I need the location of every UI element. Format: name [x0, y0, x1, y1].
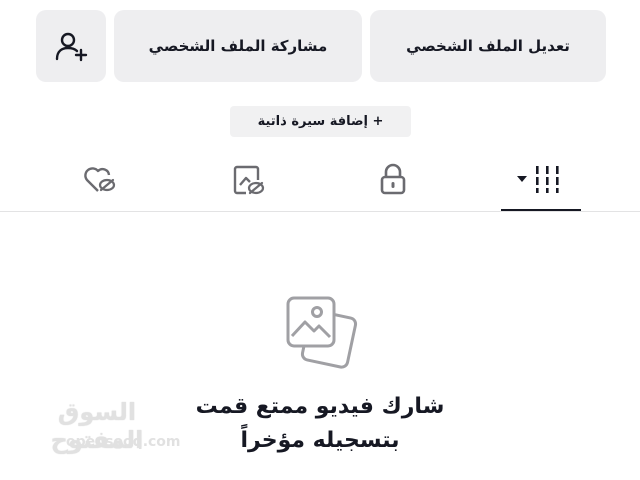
watermark-arabic-text: السوق المفتوح [50, 398, 144, 454]
grid-columns-icon [517, 166, 559, 193]
add-bio-button[interactable]: + إضافة سيرة ذاتية [230, 106, 411, 137]
share-profile-label: مشاركة الملف الشخصي [148, 37, 328, 55]
tab-liked[interactable] [60, 155, 140, 211]
lock-icon [380, 163, 406, 195]
add-user-icon [55, 32, 88, 62]
share-profile-button[interactable]: مشاركة الملف الشخصي [114, 10, 362, 82]
empty-state-line-1: شارك فيديو ممتع قمت [195, 394, 445, 419]
watermark-logo: السوق المفتوح opensooq.com [22, 398, 181, 462]
edit-profile-button[interactable]: تعديل الملف الشخصي [370, 10, 606, 82]
empty-state-message: شارك فيديو ممتع قمت بتسجيله مؤخراً [160, 390, 480, 458]
heart-hidden-icon [84, 167, 116, 192]
edit-profile-label: تعديل الملف الشخصي [406, 37, 570, 55]
empty-state-line-2: بتسجيله مؤخراً [240, 428, 400, 453]
photos-icon [286, 296, 358, 369]
image-hidden-icon [233, 165, 265, 195]
tabs-divider [0, 211, 640, 212]
tab-private[interactable] [353, 155, 433, 211]
tab-videos[interactable] [500, 155, 580, 211]
tab-reposts[interactable] [208, 155, 288, 211]
add-friend-button[interactable] [36, 10, 106, 82]
add-bio-label: + إضافة سيرة ذاتية [257, 114, 384, 129]
